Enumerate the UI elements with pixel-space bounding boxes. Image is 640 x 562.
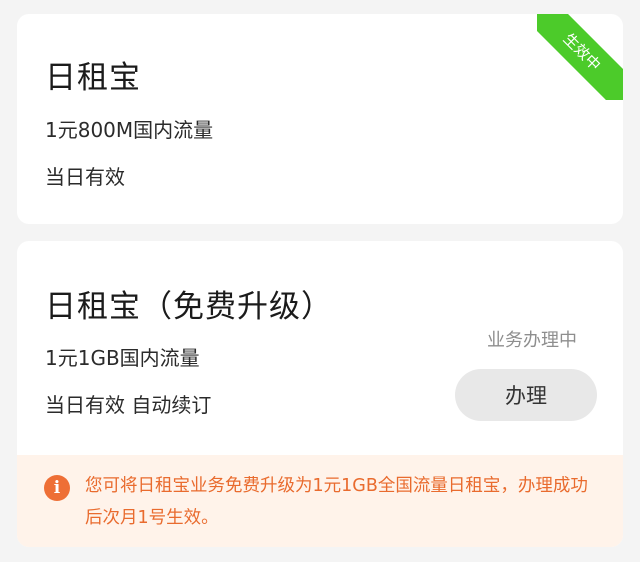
active-ribbon: 生效中: [537, 14, 623, 100]
plan-card-upgrade: 日租宝（免费升级） 1元1GB国内流量 当日有效 自动续订 业务办理中 办理 i…: [17, 241, 623, 547]
plan-title: 日租宝: [45, 60, 141, 96]
plan-description: 1元800M国内流量: [45, 118, 214, 142]
plan-card-daily: 日租宝 1元800M国内流量 当日有效 生效中: [17, 14, 623, 224]
plan-validity: 当日有效 自动续订: [45, 393, 212, 417]
processing-status: 业务办理中: [487, 330, 577, 351]
upgrade-notice-text: 您可将日租宝业务免费升级为1元1GB全国流量日租宝，办理成功后次月1号生效。: [85, 476, 588, 528]
plan-validity: 当日有效: [45, 165, 125, 189]
apply-button[interactable]: 办理: [455, 369, 597, 421]
plan-title: 日租宝（免费升级）: [45, 289, 333, 325]
upgrade-notice: i 您可将日租宝业务免费升级为1元1GB全国流量日租宝，办理成功后次月1号生效。: [17, 455, 623, 547]
active-ribbon-label: 生效中: [537, 14, 623, 100]
info-icon: i: [44, 475, 70, 501]
plan-description: 1元1GB国内流量: [45, 346, 200, 370]
